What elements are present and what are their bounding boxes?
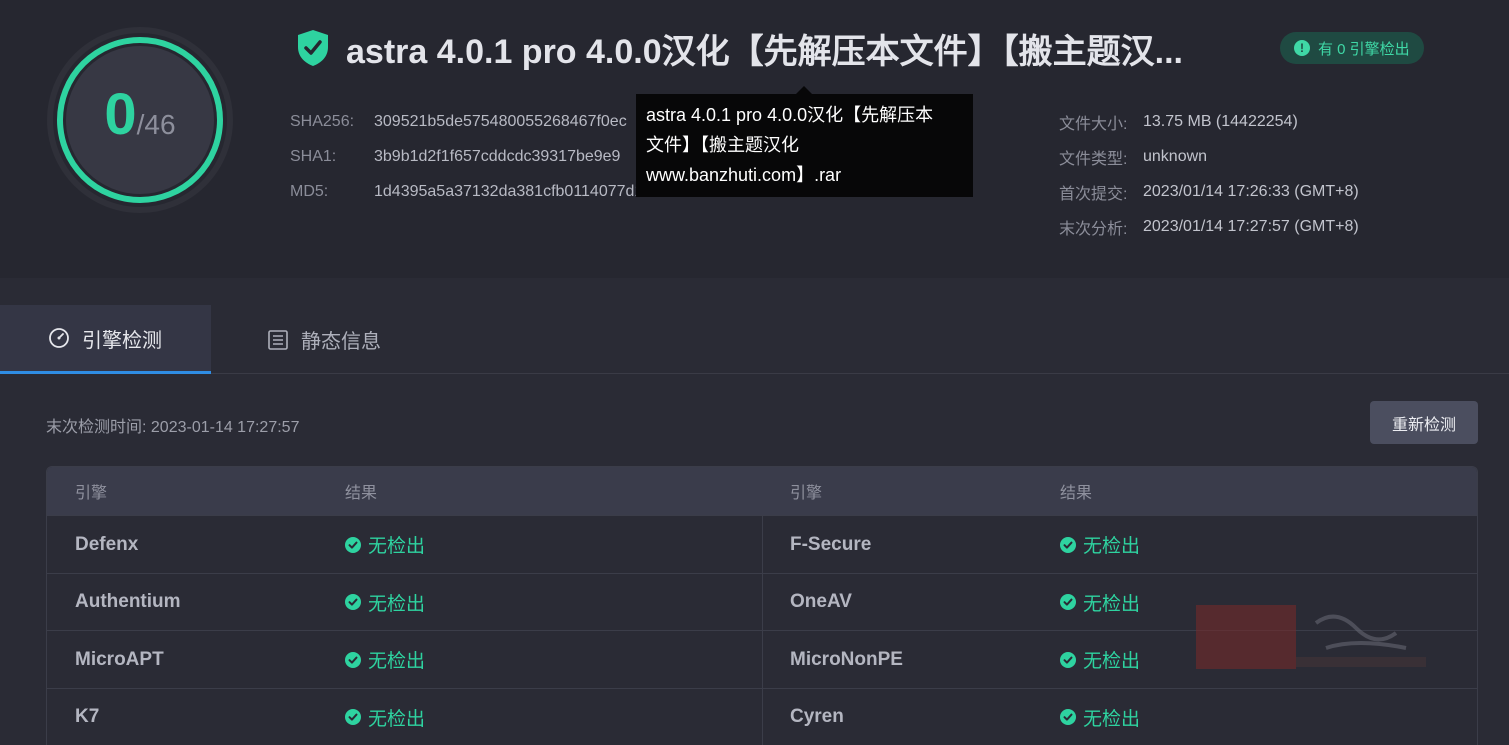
meta-label: 文件类型: [1059,150,1128,168]
score-text: 0 /46 [46,26,234,214]
hash-value[interactable]: 1d4395a5a37132da381cfb0114077d10 [374,183,652,201]
engine-name: Defenx [75,533,139,555]
engine-result: 无检出 [1060,631,1140,688]
meta-row-size: 文件大小: 13.75 MB (14422254) [1059,104,1359,139]
check-circle-icon [345,536,361,553]
filename-tooltip: astra 4.0.1 pro 4.0.0汉化【先解压本 文件】【搬主题汉化 w… [636,94,973,197]
engine-result-text: 无检出 [1083,651,1141,672]
engine-result-text: 无检出 [1083,536,1141,557]
tab-engine-detection[interactable]: 引擎检测 [0,305,211,374]
shield-check-icon [298,30,328,66]
check-circle-icon [345,709,361,725]
check-circle-icon [1060,651,1076,668]
tooltip-arrow [796,86,812,94]
meta-value: 2023/01/14 17:27:57 (GMT+8) [1143,217,1359,235]
hash-list: SHA256: 309521b5de575480055268467f0ec SH… [290,104,652,209]
alert-icon: ! [1294,40,1310,56]
engine-result-text: 无检出 [368,536,426,557]
meta-row-first-submit: 首次提交: 2023/01/14 17:26:33 (GMT+8) [1059,174,1359,209]
meta-label: 末次分析: [1059,220,1128,238]
hash-label: SHA256: [290,112,355,130]
check-circle-icon [1060,536,1076,553]
check-circle-icon [1060,709,1076,725]
meta-row-last-analysis: 末次分析: 2023/01/14 17:27:57 (GMT+8) [1059,209,1359,244]
check-circle-icon [345,594,361,610]
engine-result-text: 无检出 [1083,708,1141,730]
score-detected: 0 [104,82,137,147]
hash-value[interactable]: 3b9b1d2f1f657cddcdc39317be9e9 [374,148,620,166]
rescan-button[interactable]: 重新检测 [1370,401,1478,444]
detection-badge: ! 有 0 引擎检出 [1280,32,1424,64]
tooltip-line: astra 4.0.1 pro 4.0.0汉化【先解压本 [646,105,934,125]
watermark-logo [1196,605,1426,669]
hash-value[interactable]: 309521b5de575480055268467f0ec [374,113,627,131]
table-header: 引擎 结果 引擎 结果 [47,467,1477,515]
engine-result: 无检出 [345,516,425,573]
engine-result: 无检出 [1060,516,1140,573]
engine-name: MicroNonPE [790,648,903,670]
file-title[interactable]: astra 4.0.1 pro 4.0.0汉化【先解压本文件】【搬主题汉... [346,24,1183,73]
column-divider [762,515,763,745]
engine-result-text: 无检出 [368,651,426,672]
tab-label: 引擎检测 [82,329,162,352]
engine-name: F-Secure [790,533,872,555]
column-header-engine: 引擎 [790,485,823,502]
engine-name: MicroAPT [75,648,164,670]
tab-label: 静态信息 [301,331,381,353]
column-header-engine: 引擎 [75,485,108,502]
detection-score-ring: 0 /46 [46,26,234,214]
file-meta-list: 文件大小: 13.75 MB (14422254) 文件类型: unknown … [1059,104,1359,244]
engine-result: 无检出 [345,689,425,745]
check-circle-icon [345,651,361,668]
hash-row-md5: MD5: 1d4395a5a37132da381cfb0114077d10 [290,174,652,209]
gauge-icon [49,328,69,348]
engine-result: 无检出 [345,631,425,688]
hash-label: SHA1: [290,147,337,165]
engine-result-text: 无检出 [368,593,426,615]
column-header-result: 结果 [1060,485,1093,502]
check-circle-icon [1060,594,1076,610]
tab-static-info[interactable]: 静态信息 [219,305,439,374]
meta-row-type: 文件类型: unknown [1059,139,1359,174]
engine-result: 无检出 [345,574,425,631]
tooltip-line: 文件】【搬主题汉化 [646,135,799,155]
column-header-result: 结果 [345,485,378,502]
tab-bar: 引擎检测 静态信息 [0,305,1509,374]
detection-badge-text: 有 0 引擎检出 [1318,40,1410,58]
last-scan-time: 末次检测时间: 2023-01-14 17:27:57 [46,419,300,436]
engine-name: OneAV [790,591,852,612]
engine-result-text: 无检出 [368,708,426,730]
tooltip-line: www.banzhuti.com】.rar [646,165,842,185]
score-total: /46 [136,109,176,140]
list-icon [268,329,288,350]
engine-name: K7 [75,706,100,727]
meta-value: 2023/01/14 17:26:33 (GMT+8) [1143,182,1359,200]
file-title-row: astra 4.0.1 pro 4.0.0汉化【先解压本文件】【搬主题汉... [296,24,1183,73]
meta-value: unknown [1143,147,1208,165]
hash-label: MD5: [290,182,329,200]
engine-result-text: 无检出 [1083,593,1141,615]
hash-row-sha256: SHA256: 309521b5de575480055268467f0ec [290,104,652,139]
meta-value: 13.75 MB (14422254) [1143,112,1298,130]
engine-result: 无检出 [1060,689,1140,745]
hash-row-sha1: SHA1: 3b9b1d2f1f657cddcdc39317be9e9 [290,139,652,174]
meta-label: 文件大小: [1059,115,1128,133]
engine-name: Cyren [790,706,844,727]
file-summary-header: 0 /46 astra 4.0.1 pro 4.0.0汉化【先解压本文件】【搬主… [0,0,1509,278]
engine-result: 无检出 [1060,574,1140,631]
meta-label: 首次提交: [1059,185,1128,203]
engine-name: Authentium [75,591,181,612]
